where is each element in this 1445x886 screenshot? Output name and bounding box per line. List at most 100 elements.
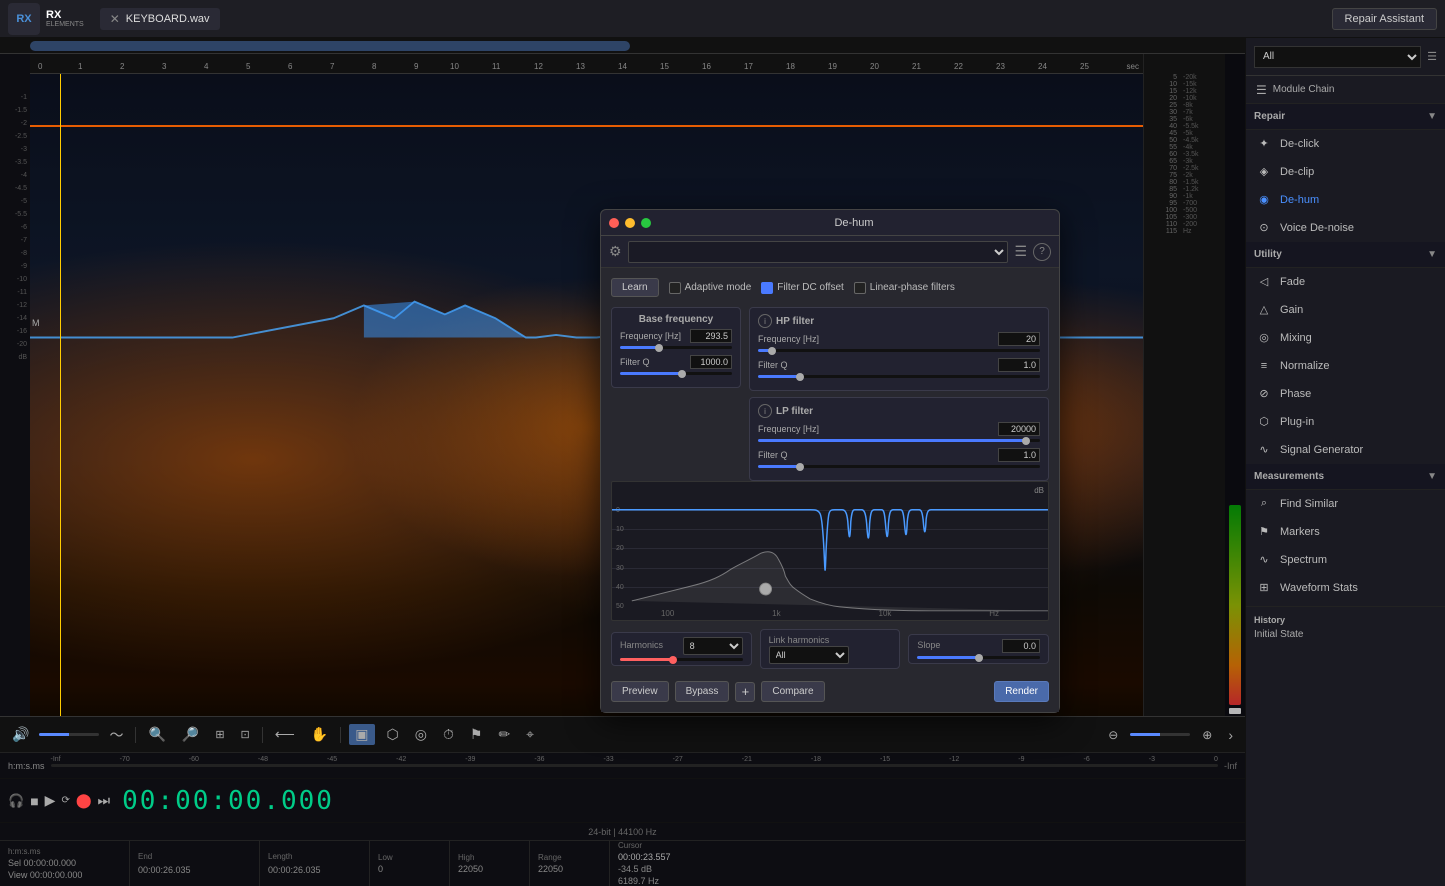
select-tool[interactable]: ▣ [349,724,374,745]
filter-dc-cb[interactable] [761,282,773,294]
modal-preset-select[interactable] [628,241,1009,263]
bypass-button[interactable]: Bypass [675,681,730,702]
sidebar-item-declip[interactable]: ◈ De-clip [1246,158,1445,186]
scrub-tool[interactable]: ⌖ [522,724,538,745]
scroll-thumb[interactable] [30,41,630,51]
linear-phase-cb[interactable] [854,282,866,294]
playback-slider[interactable] [39,733,99,736]
modal-menu-icon[interactable]: ☰ [1014,243,1027,260]
hand-tool-button[interactable]: ✋ [307,724,332,745]
right-menu-icon[interactable]: ☰ [1427,50,1437,63]
lp-info-icon[interactable]: i [758,404,772,418]
learn-button[interactable]: Learn [611,278,659,297]
adaptive-mode-cb[interactable] [669,282,681,294]
headphone-icon[interactable]: 🎧 [8,793,24,809]
zoom-out-hz[interactable]: ⊖ [1104,726,1122,744]
sidebar-item-find-similar[interactable]: ⌕ Find Similar [1246,490,1445,518]
modal-help-icon[interactable]: ? [1033,243,1051,261]
zoom-in-button[interactable]: 🔎 [178,724,203,745]
link-harmonics-select[interactable]: All [769,646,849,664]
tab-close-icon[interactable]: ✕ [110,12,120,26]
preview-button[interactable]: Preview [611,681,669,702]
scroll-bar-area[interactable] [0,38,1245,54]
compare-button[interactable]: Compare [761,681,824,702]
linear-phase-checkbox[interactable]: Linear-phase filters [854,282,955,294]
filter-dc-checkbox[interactable]: Filter DC offset [761,282,844,294]
base-filterq-value[interactable] [690,355,732,369]
scroll-left-button[interactable]: ⟵ [271,724,299,745]
wave-icon[interactable]: 〜 [105,723,127,747]
repair-assistant-button[interactable]: Repair Assistant [1332,8,1437,30]
loop-button[interactable]: ⟳ [61,795,69,806]
marker-tool[interactable]: ⚑ [466,724,487,745]
history-item-initial[interactable]: Initial State [1254,629,1437,640]
modal-titlebar[interactable]: De-hum [601,210,1059,236]
pencil-tool[interactable]: ✏ [494,724,514,745]
zoom-icon[interactable]: 🔊 [8,724,33,745]
zoom-in-hz[interactable]: ⊕ [1198,726,1216,744]
traffic-light-green[interactable] [641,218,651,228]
sidebar-item-fade[interactable]: ◁ Fade [1246,268,1445,296]
utility-section-header[interactable]: Utility ▼ [1246,242,1445,268]
render-button[interactable]: Render [994,681,1049,702]
add-button[interactable]: + [735,682,755,702]
lasso-tool[interactable]: ⬡ [383,724,403,745]
slope-value[interactable] [1002,639,1040,653]
time-select-tool[interactable]: ⏱ [439,724,458,745]
repair-section-header[interactable]: Repair ▼ [1246,104,1445,130]
zoom-sel-button[interactable]: ⊡ [237,726,254,743]
sidebar-item-normalize[interactable]: ≡ Normalize [1246,352,1445,380]
hp-freq-value[interactable] [998,332,1040,346]
sidebar-item-markers[interactable]: ⚑ Markers [1246,518,1445,546]
lp-freq-slider[interactable] [758,439,1040,442]
hp-info-icon[interactable]: i [758,314,772,328]
modal-settings-icon[interactable]: ⚙ [609,243,622,260]
waveform-main[interactable]: 0 1 2 3 4 5 6 7 8 9 10 11 12 13 14 15 16 [30,54,1143,716]
slope-slider[interactable] [917,656,1040,659]
adaptive-mode-checkbox[interactable]: Adaptive mode [669,282,752,294]
sidebar-item-signal-generator[interactable]: ∿ Signal Generator [1246,436,1445,464]
sidebar-item-declick[interactable]: ✦ De-click [1246,130,1445,158]
lp-filterq-value[interactable] [998,448,1040,462]
traffic-light-yellow[interactable] [625,218,635,228]
module-chain-button[interactable]: ☰ Module Chain [1246,76,1445,104]
hp-filterq-value[interactable] [998,358,1040,372]
utility-expand-icon[interactable]: ▼ [1427,249,1437,260]
sidebar-item-plugin[interactable]: ⬡ Plug-in [1246,408,1445,436]
zoom-fit-button[interactable]: ⊞ [211,726,228,743]
sidebar-item-mixing[interactable]: ◎ Mixing [1246,324,1445,352]
sidebar-item-voice-denoise[interactable]: ⊙ Voice De-noise [1246,214,1445,242]
harmonics-slider[interactable] [620,658,743,661]
zoom-out-button[interactable]: 🔍 [144,724,169,745]
base-filterq-slider[interactable] [620,372,732,375]
sidebar-item-spectrum[interactable]: ∿ Spectrum [1246,546,1445,574]
base-freq-value[interactable] [690,329,732,343]
modal-body: Learn Adaptive mode Filter DC offset [601,268,1059,712]
record-button[interactable]: ⬤ [76,792,92,809]
sidebar-item-dehum[interactable]: ◉ De-hum [1246,186,1445,214]
sidebar-item-waveform-stats[interactable]: ⊞ Waveform Stats [1246,574,1445,602]
module-select[interactable]: All [1254,46,1421,68]
lp-freq-value[interactable] [998,422,1040,436]
sidebar-item-gain[interactable]: △ Gain [1246,296,1445,324]
repair-expand-icon[interactable]: ▼ [1427,111,1437,122]
skip-forward-button[interactable]: ⏭ [98,792,111,809]
stop-button[interactable]: ■ [30,793,38,809]
active-tab[interactable]: ✕ KEYBOARD.wav [100,8,220,30]
eq-graph[interactable]: dB 0 10 20 30 40 [611,481,1049,621]
measurements-expand-icon[interactable]: ▼ [1427,471,1437,482]
hp-freq-slider[interactable] [758,349,1040,352]
traffic-light-red[interactable] [609,218,619,228]
lp-filterq-slider[interactable] [758,465,1040,468]
hz-zoom-slider[interactable] [1130,733,1190,736]
fade-label: Fade [1280,276,1305,288]
base-freq-slider[interactable] [620,346,732,349]
hp-filterq-slider[interactable] [758,375,1040,378]
measurements-section-header[interactable]: Measurements ▼ [1246,464,1445,490]
play-button[interactable]: ▶ [45,792,56,809]
sidebar-item-phase[interactable]: ⊘ Phase [1246,380,1445,408]
expand-button[interactable]: › [1224,725,1237,745]
harmonics-select[interactable]: 8 [683,637,743,655]
freq-select-tool[interactable]: ◎ [411,724,431,745]
divider-2 [262,727,263,743]
